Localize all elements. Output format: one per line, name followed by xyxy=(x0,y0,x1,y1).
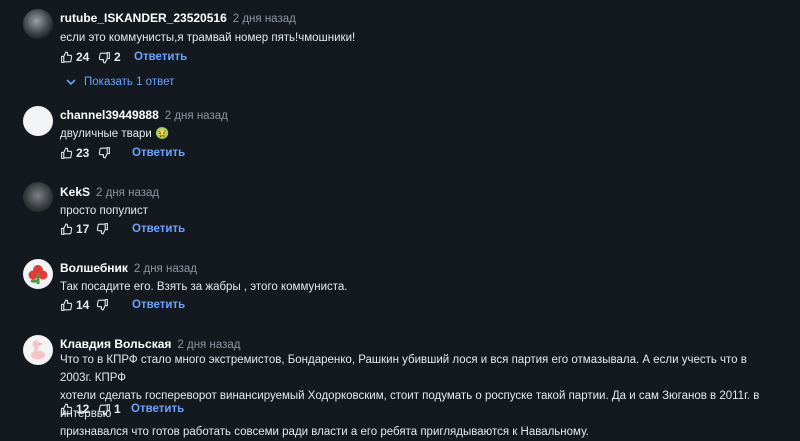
thumbs-up-icon xyxy=(61,299,73,311)
comment-time: 2 дня назад xyxy=(164,110,228,122)
show-replies-label: Показать 1 ответ xyxy=(84,76,175,88)
thumbs-down-icon xyxy=(98,147,110,159)
reply-button[interactable]: Ответить xyxy=(134,51,187,63)
comment-author[interactable]: rutube_ISKANDER_23520516 xyxy=(60,11,227,25)
dislike-button[interactable] xyxy=(96,298,109,311)
dislike-count: 2 xyxy=(114,50,121,64)
comment-header: KekS 2 дня назад xyxy=(60,185,159,199)
avatar[interactable] xyxy=(23,106,53,136)
comment-author[interactable]: KekS xyxy=(60,185,90,199)
comment-text-line: признавался что готов работать совсеми р… xyxy=(60,426,589,438)
thumbs-up-icon xyxy=(61,403,73,415)
thumbs-down-icon xyxy=(98,403,110,415)
comment-text: двуличные твари 🤢 xyxy=(60,128,170,140)
comment-time: 2 дня назад xyxy=(177,339,241,351)
comment-time: 2 дня назад xyxy=(232,13,296,25)
like-count: 12 xyxy=(76,402,90,416)
flower-logo-icon xyxy=(28,265,48,284)
thumbs-up-icon xyxy=(61,223,73,235)
thumbs-up-icon xyxy=(61,147,73,159)
comment-time: 2 дня назад xyxy=(133,263,197,275)
avatar[interactable] xyxy=(23,335,53,365)
thumbs-down-icon xyxy=(96,223,108,235)
thumbs-down-icon xyxy=(98,51,110,63)
like-button[interactable]: 24 xyxy=(60,50,89,64)
comment-text: Так посадите его. Взять за жабры , этого… xyxy=(60,281,348,293)
like-button[interactable]: 12 xyxy=(60,402,89,416)
like-count: 17 xyxy=(76,222,90,236)
avatar[interactable] xyxy=(23,9,53,39)
chevron-down-icon xyxy=(66,79,76,86)
dislike-count: 1 xyxy=(114,402,121,416)
like-button[interactable]: 14 xyxy=(60,298,89,312)
dislike-button[interactable]: 2 xyxy=(98,50,121,64)
like-count: 14 xyxy=(76,298,90,312)
avatar[interactable] xyxy=(23,182,53,212)
comment-text: просто популист xyxy=(60,205,148,217)
like-count: 24 xyxy=(76,50,90,64)
comment-author[interactable]: Волшебник xyxy=(60,261,128,275)
comment-text-line: Что то в КПРФ стало много экстремистов, … xyxy=(60,354,747,384)
comment-header: channel39449888 2 дня назад xyxy=(60,108,228,122)
thumbs-up-icon xyxy=(61,51,73,63)
reply-button[interactable]: Ответить xyxy=(132,299,185,311)
like-button[interactable]: 23 xyxy=(60,146,89,160)
reply-button[interactable]: Ответить xyxy=(132,223,185,235)
comment-time: 2 дня назад xyxy=(96,187,160,199)
comment-author[interactable]: Клавдия Вольская xyxy=(60,337,171,351)
dislike-button[interactable] xyxy=(98,146,111,159)
comment-header: Волшебник 2 дня назад xyxy=(60,261,197,275)
like-button[interactable]: 17 xyxy=(60,222,89,236)
comment-header: rutube_ISKANDER_23520516 2 дня назад xyxy=(60,11,296,25)
comment-author[interactable]: channel39449888 xyxy=(60,108,159,122)
avatar[interactable] xyxy=(23,259,53,289)
comment-text: если это коммунисты,я трамвай номер пять… xyxy=(60,32,356,44)
goose-avatar-icon xyxy=(31,340,45,360)
show-replies-button[interactable]: Показать 1 ответ xyxy=(66,76,174,88)
comment-header: Клавдия Вольская 2 дня назад xyxy=(60,337,240,351)
like-count: 23 xyxy=(76,146,90,160)
thumbs-down-icon xyxy=(96,299,108,311)
reply-button[interactable]: Ответить xyxy=(132,147,185,159)
reply-button[interactable]: Ответить xyxy=(131,403,184,415)
dislike-button[interactable] xyxy=(96,222,109,235)
comment-text: Что то в КПРФ стало много экстремистов, … xyxy=(60,351,780,441)
dislike-button[interactable]: 1 xyxy=(98,402,121,416)
